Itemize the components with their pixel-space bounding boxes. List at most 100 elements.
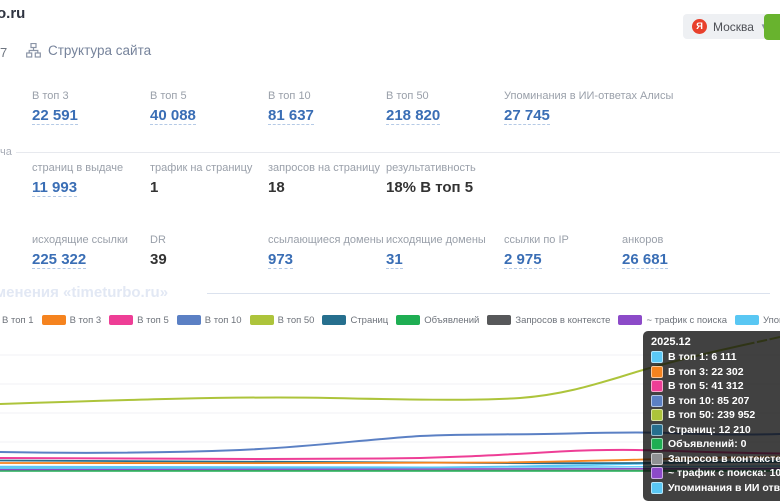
tooltip-row: В топ 50: 239 952 [651, 409, 780, 421]
legend-swatch-icon [396, 315, 420, 325]
legend-item[interactable]: В топ 1 [2, 315, 34, 326]
tooltip-text: Объявлений: 0 [668, 438, 747, 450]
action-button[interactable] [764, 14, 780, 40]
site-structure-label: Структура сайта [48, 43, 151, 58]
stat-item: анкоров26 681 [622, 234, 740, 269]
stat-label: страниц в выдаче [32, 162, 150, 174]
stat-item: страниц в выдаче 11 993 [32, 162, 150, 197]
region-label: Москва [713, 20, 754, 34]
legend-label: В топ 10 [205, 315, 242, 326]
stat-item: В топ 10 81 637 [268, 90, 386, 125]
legend-swatch-icon [177, 315, 201, 325]
stat-value-link[interactable]: 973 [268, 251, 293, 269]
tooltip-swatch-icon [651, 438, 663, 450]
tooltip-row: Запросов в контексте: 0 [651, 453, 780, 465]
tooltip-row: Страниц: 12 210 [651, 424, 780, 436]
stats-row-links: исходящие ссылки225 322DR39ссылающиеся д… [32, 234, 740, 269]
stat-label: исходящие домены [386, 234, 504, 246]
legend-label: В топ 50 [278, 315, 315, 326]
legend-item[interactable]: ~ трафик с поиска [618, 315, 727, 326]
legend-item[interactable]: Объявлений [396, 315, 479, 326]
tooltip-date: 2025.12 [651, 336, 780, 348]
legend-label: Объявлений [424, 315, 479, 326]
stat-value-link[interactable]: 27 745 [504, 107, 550, 125]
stat-item: ссылающиеся домены 973 [268, 234, 386, 269]
section-title: менения «timeturbo.ru» [0, 284, 168, 301]
sitemap-icon [26, 43, 41, 58]
stat-label: ссылающиеся домены [268, 234, 386, 246]
stat-item: Упоминания в ИИ-ответах Алисы27 745 [504, 90, 622, 125]
legend-label: ~ трафик с поиска [646, 315, 727, 326]
stat-item: результативность18% В топ 5 [386, 162, 504, 197]
legend-label: В топ 3 [70, 315, 102, 326]
tooltip-swatch-icon [651, 467, 663, 479]
stats-row-serp: страниц в выдаче 11 993 трафик на страницу… [32, 162, 740, 197]
tooltip-text: В топ 50: 239 952 [668, 409, 755, 421]
legend-label: В топ 1 [2, 315, 34, 326]
yandex-icon: Я [692, 19, 707, 34]
legend-item[interactable]: В топ 5 [109, 315, 169, 326]
stats-row-positions: В топ 322 591В топ 5 40 088 В топ 10 81 637… [32, 90, 740, 125]
stat-value-link[interactable]: 225 322 [32, 251, 86, 269]
tooltip-row: ~ трафик с поиска: 10 538 [651, 467, 780, 479]
tooltip-swatch-icon [651, 395, 663, 407]
region-selector[interactable]: Я Москва ▼ [683, 14, 777, 39]
legend-item[interactable]: В топ 3 [42, 315, 102, 326]
stat-item: ссылки по IP 2 975 [504, 234, 622, 269]
stat-label: В топ 10 [268, 90, 386, 102]
stat-item: В топ 322 591 [32, 90, 150, 125]
tooltip-text: В топ 5: 41 312 [668, 380, 744, 392]
stat-label: DR [150, 234, 268, 246]
legend-item[interactable]: В топ 10 [177, 315, 242, 326]
section-divider-label: ча [0, 146, 12, 158]
legend-label: Страниц [350, 315, 388, 326]
stat-value-link[interactable]: 40 088 [150, 107, 196, 125]
stat-value-link[interactable]: 218 820 [386, 107, 440, 125]
legend-item[interactable]: Запросов в контексте [487, 315, 610, 326]
stat-label: трафик на страницу [150, 162, 268, 174]
section-divider-line [16, 152, 780, 153]
stat-label: запросов на страницу [268, 162, 386, 174]
stat-label: исходящие ссылки [32, 234, 150, 246]
stat-item: исходящие ссылки 225 322 [32, 234, 150, 269]
stat-item: В топ 50 218 820 [386, 90, 504, 125]
stat-item: исходящие домены 31 [386, 234, 504, 269]
legend-item[interactable]: В топ 50 [250, 315, 315, 326]
tooltip-row: В топ 10: 85 207 [651, 395, 780, 407]
stat-value-link[interactable]: 26 681 [622, 251, 668, 269]
tooltip-text: В топ 1: 6 111 [668, 351, 737, 363]
stat-label: В топ 50 [386, 90, 504, 102]
stat-value-link[interactable]: 81 637 [268, 107, 314, 125]
tooltip-swatch-icon [651, 482, 663, 494]
partial-count: 7 [0, 45, 7, 60]
stat-value-link[interactable]: 22 591 [32, 107, 78, 125]
legend-label: Упоминания в ИИ ответах Алисы [763, 315, 780, 326]
site-structure-link[interactable]: Структура сайта [26, 43, 151, 58]
stat-value-link[interactable]: 11 993 [32, 179, 77, 197]
tooltip-text: Страниц: 12 210 [668, 424, 751, 436]
tooltip-swatch-icon [651, 409, 663, 421]
tooltip-text: Запросов в контексте: 0 [668, 453, 780, 465]
tooltip-row: Объявлений: 0 [651, 438, 780, 450]
chart-legend: В топ 1 В топ 3 В топ 5 В топ 10 В топ 50 Стр… [2, 313, 780, 327]
legend-swatch-icon [250, 315, 274, 325]
tooltip-row: В топ 1: 6 111 [651, 351, 780, 363]
tooltip-swatch-icon [651, 351, 663, 363]
legend-label: В топ 5 [137, 315, 169, 326]
legend-swatch-icon [322, 315, 346, 325]
stat-value-link[interactable]: 2 975 [504, 251, 542, 269]
stat-value-link[interactable]: 31 [386, 251, 403, 269]
site-title: o.ru [0, 5, 25, 22]
stat-item: В топ 5 40 088 [150, 90, 268, 125]
stat-label: результативность [386, 162, 504, 174]
stat-label: ссылки по IP [504, 234, 622, 246]
stat-value: 1 [150, 179, 158, 196]
stat-label: В топ 5 [150, 90, 268, 102]
legend-item[interactable]: Страниц [322, 315, 388, 326]
stat-value: 18 [268, 179, 285, 196]
tooltip-row: В топ 5: 41 312 [651, 380, 780, 392]
legend-swatch-icon [42, 315, 66, 325]
legend-swatch-icon [735, 315, 759, 325]
legend-item[interactable]: Упоминания в ИИ ответах Алисы [735, 315, 780, 326]
section-title-line [207, 293, 770, 294]
